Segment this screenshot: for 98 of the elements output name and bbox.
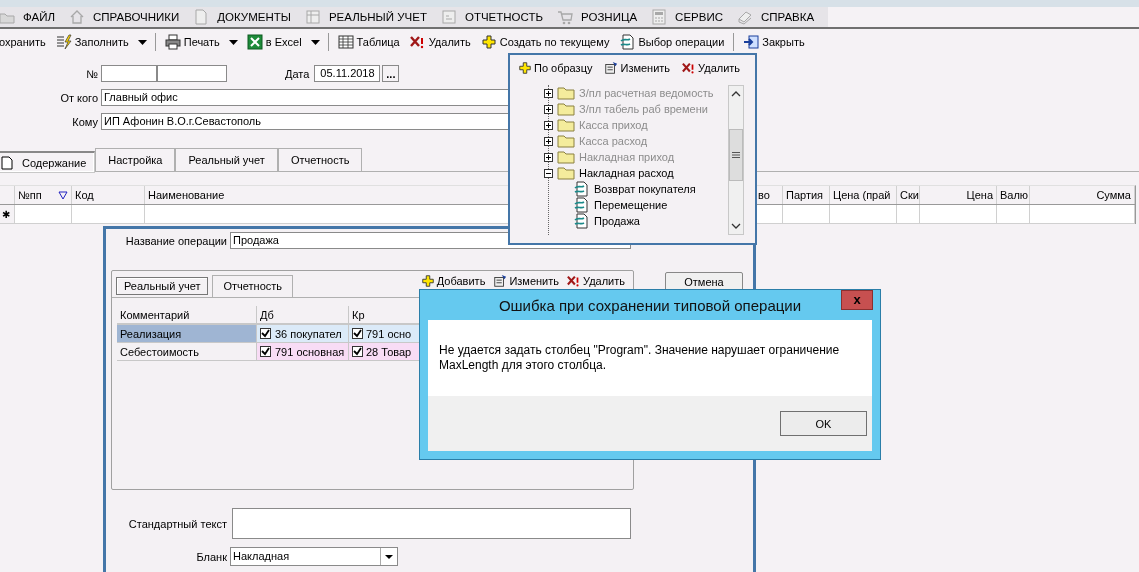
menu-item[interactable]: ФАЙЛ bbox=[0, 9, 69, 25]
toolbar-button[interactable]: Удалить bbox=[563, 273, 629, 289]
tab[interactable]: Реальный учет bbox=[116, 277, 209, 295]
table-cell: 36 покупател bbox=[257, 325, 349, 342]
toolbar-button[interactable]: охранить bbox=[0, 32, 51, 52]
plus-icon bbox=[420, 274, 435, 288]
document-arrows-icon bbox=[572, 197, 590, 213]
folder-icon bbox=[557, 86, 575, 100]
toolbar-button[interactable]: Добавить bbox=[416, 273, 490, 289]
toolbar-button[interactable]: Удалить bbox=[404, 32, 476, 52]
dropdown-field[interactable]: Накладная bbox=[230, 547, 398, 566]
dialog-title: Ошибка при сохранении типовой операции bbox=[498, 296, 802, 314]
collapse-icon[interactable] bbox=[544, 168, 553, 178]
plus-icon bbox=[518, 61, 532, 75]
document-arrows-icon bbox=[572, 213, 590, 229]
close-button[interactable]: x bbox=[841, 290, 873, 310]
field-label: Дата bbox=[285, 67, 310, 80]
edit-document-icon bbox=[604, 61, 619, 75]
tree-item[interactable]: Накладная расход bbox=[522, 165, 728, 181]
column-header[interactable]: Ски bbox=[897, 186, 920, 204]
menu-item[interactable]: РОЗНИЦА bbox=[557, 9, 652, 25]
tab[interactable]: Реальный учет bbox=[175, 148, 278, 172]
menu-item[interactable]: ДОКУМЕНТЫ bbox=[193, 9, 305, 25]
folder-icon bbox=[557, 150, 575, 164]
field-label: Стандартный текст bbox=[127, 517, 228, 530]
cart-icon bbox=[557, 9, 573, 25]
plus-icon bbox=[480, 34, 497, 50]
column-header[interactable]: Дб bbox=[257, 306, 349, 323]
date-field[interactable]: 05.11.2018 bbox=[314, 65, 381, 82]
toolbar-button[interactable]: Изменить bbox=[489, 273, 563, 289]
checkbox[interactable] bbox=[260, 328, 271, 339]
field-label: Кому bbox=[71, 115, 99, 128]
column-header[interactable]: во bbox=[755, 186, 783, 204]
tab[interactable]: Содержание bbox=[0, 151, 96, 173]
caret-icon bbox=[385, 554, 393, 559]
toolbar-button[interactable]: в Excel bbox=[241, 32, 307, 52]
menu-item[interactable]: ОТЧЕТНОСТЬ bbox=[440, 9, 557, 25]
folder-icon bbox=[557, 166, 575, 180]
menu-item[interactable]: СПРАВКА bbox=[736, 9, 829, 25]
table-icon bbox=[337, 34, 354, 50]
field-label: № bbox=[85, 67, 99, 80]
table-cell[interactable]: Реализация bbox=[117, 325, 257, 342]
document-arrows-icon bbox=[572, 181, 590, 197]
grip-icon bbox=[732, 152, 740, 158]
scrollbar[interactable] bbox=[728, 85, 744, 235]
field-label: От кого bbox=[59, 91, 99, 104]
date-picker-button[interactable]: ... bbox=[382, 65, 400, 82]
field-label: Бланк bbox=[195, 550, 228, 563]
column-header[interactable]: Комментарий bbox=[117, 306, 257, 323]
menu-item[interactable]: РЕАЛЬНЫЙ УЧЕТ bbox=[304, 9, 441, 25]
filter-icon bbox=[58, 190, 68, 200]
ok-button[interactable]: OK bbox=[780, 411, 867, 436]
tree-item[interactable]: Продажа bbox=[522, 213, 728, 229]
tab[interactable]: Отчетность bbox=[277, 148, 363, 172]
toolbar-button[interactable]: Создать по текущему bbox=[475, 32, 615, 52]
edit-document-icon bbox=[493, 274, 508, 288]
menu-item[interactable]: СПРАВОЧНИКИ bbox=[69, 9, 194, 25]
document-arrows-icon bbox=[619, 34, 636, 50]
column-header[interactable]: Код bbox=[72, 186, 145, 204]
lines-lightning-icon bbox=[55, 34, 72, 50]
delete-icon bbox=[409, 34, 426, 50]
toolbar-button[interactable]: По образцу bbox=[514, 58, 597, 78]
checkbox[interactable] bbox=[352, 346, 363, 357]
document-icon bbox=[0, 155, 14, 170]
new-row-marker: ✱ bbox=[0, 205, 15, 223]
folder-icon bbox=[557, 102, 575, 116]
table-cell: 791 основная bbox=[257, 343, 349, 360]
column-header[interactable]: Партия bbox=[783, 186, 830, 204]
spreadsheet-icon bbox=[246, 34, 263, 50]
delete-icon bbox=[567, 274, 581, 288]
toolbar-button[interactable]: Удалить bbox=[678, 58, 745, 78]
delete-icon bbox=[682, 61, 697, 75]
caret-icon bbox=[228, 39, 238, 45]
tab[interactable]: Настройка bbox=[95, 148, 176, 172]
scrollbar-thumb[interactable] bbox=[729, 129, 743, 181]
arrow-box-icon bbox=[743, 34, 760, 50]
column-header[interactable]: Цена (прай bbox=[830, 186, 897, 204]
folder-icon bbox=[557, 118, 575, 132]
checkbox[interactable] bbox=[352, 328, 363, 339]
input-field[interactable] bbox=[157, 65, 227, 82]
caret-icon bbox=[137, 39, 147, 45]
toolbar-button[interactable]: Печать bbox=[159, 32, 225, 52]
text-area[interactable] bbox=[232, 508, 631, 539]
toolbar-button[interactable]: Выбор операции bbox=[614, 32, 730, 52]
toolbar-button[interactable]: Таблица bbox=[332, 32, 405, 52]
input-field[interactable] bbox=[101, 65, 157, 82]
house-icon bbox=[69, 9, 85, 25]
checkbox[interactable] bbox=[260, 346, 271, 357]
toolbar-button[interactable]: Закрыть bbox=[738, 32, 810, 52]
caret-icon bbox=[310, 39, 320, 45]
field-label: Название операции bbox=[124, 234, 228, 247]
menu-item[interactable]: СЕРВИС bbox=[651, 9, 737, 25]
toolbar-button[interactable]: Заполнить bbox=[50, 32, 134, 52]
toolbar-button[interactable]: Изменить bbox=[600, 58, 675, 78]
printer-icon bbox=[164, 34, 181, 50]
folder-icon bbox=[557, 134, 575, 148]
tab[interactable]: Отчетность bbox=[212, 275, 294, 297]
column-header[interactable]: Валю bbox=[997, 186, 1030, 204]
